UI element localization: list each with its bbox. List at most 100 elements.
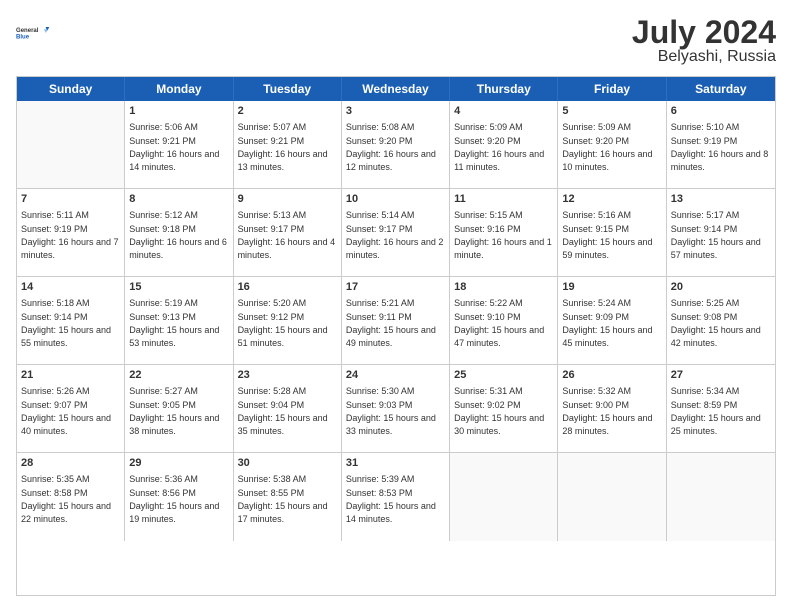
day-number: 29 (129, 456, 228, 471)
day-number: 1 (129, 104, 228, 119)
calendar: Sunday Monday Tuesday Wednesday Thursday… (16, 76, 776, 596)
calendar-cell: 21 Sunrise: 5:26 AMSunset: 9:07 PMDayligh… (17, 365, 125, 453)
calendar-cell: 9 Sunrise: 5:13 AMSunset: 9:17 PMDaylight… (234, 189, 342, 277)
calendar-cell (558, 453, 666, 541)
svg-text:Blue: Blue (16, 34, 30, 40)
day-number: 7 (21, 192, 120, 207)
calendar-cell: 11 Sunrise: 5:15 AMSunset: 9:16 PMDayligh… (450, 189, 558, 277)
day-number: 20 (671, 280, 771, 295)
calendar-cell: 8 Sunrise: 5:12 AMSunset: 9:18 PMDaylight… (125, 189, 233, 277)
day-number: 27 (671, 368, 771, 383)
day-number: 23 (238, 368, 337, 383)
day-number: 13 (671, 192, 771, 207)
calendar-cell: 17 Sunrise: 5:21 AMSunset: 9:11 PMDayligh… (342, 277, 450, 365)
day-number: 3 (346, 104, 445, 119)
calendar-cell: 3 Sunrise: 5:08 AMSunset: 9:20 PMDaylight… (342, 101, 450, 189)
day-info: Sunrise: 5:12 AMSunset: 9:18 PMDaylight:… (129, 210, 227, 260)
calendar-cell: 28Sunrise: 5:35 AMSunset: 8:58 PMDayligh… (17, 453, 125, 541)
day-info: Sunrise: 5:15 AMSunset: 9:16 PMDaylight:… (454, 210, 552, 260)
day-number: 21 (21, 368, 120, 383)
calendar-body: 1 Sunrise: 5:06 AMSunset: 9:21 PMDaylight… (17, 101, 775, 541)
calendar-cell: 19Sunrise: 5:24 AMSunset: 9:09 PMDayligh… (558, 277, 666, 365)
day-info: Sunrise: 5:19 AMSunset: 9:13 PMDaylight:… (129, 298, 219, 348)
calendar-cell: 7Sunrise: 5:11 AMSunset: 9:19 PMDaylight… (17, 189, 125, 277)
day-number: 18 (454, 280, 553, 295)
day-number: 6 (671, 104, 771, 119)
day-info: Sunrise: 5:17 AMSunset: 9:14 PMDaylight:… (671, 210, 761, 260)
day-info: Sunrise: 5:20 AMSunset: 9:12 PMDaylight:… (238, 298, 328, 348)
day-number: 14 (21, 280, 120, 295)
header: General Blue July 2024 Belyashi, Russia (16, 16, 776, 66)
calendar-cell: 13 Sunrise: 5:17 AMSunset: 9:14 PMDayligh… (667, 189, 775, 277)
weekday-sunday: Sunday (17, 77, 125, 101)
weekday-wednesday: Wednesday (342, 77, 450, 101)
day-info: Sunrise: 5:35 AMSunset: 8:58 PMDaylight:… (21, 474, 111, 524)
calendar-cell: 23 Sunrise: 5:28 AMSunset: 9:04 PMDayligh… (234, 365, 342, 453)
day-info: Sunrise: 5:25 AMSunset: 9:08 PMDaylight:… (671, 298, 761, 348)
day-number: 12 (562, 192, 661, 207)
day-info: Sunrise: 5:14 AMSunset: 9:17 PMDaylight:… (346, 210, 444, 260)
day-info: Sunrise: 5:30 AMSunset: 9:03 PMDaylight:… (346, 386, 436, 436)
day-info: Sunrise: 5:09 AMSunset: 9:20 PMDaylight:… (562, 122, 652, 172)
day-number: 31 (346, 456, 445, 471)
day-info: Sunrise: 5:34 AMSunset: 8:59 PMDaylight:… (671, 386, 761, 436)
day-info: Sunrise: 5:28 AMSunset: 9:04 PMDaylight:… (238, 386, 328, 436)
calendar-cell: 6 Sunrise: 5:10 AMSunset: 9:19 PMDaylight… (667, 101, 775, 189)
day-number: 10 (346, 192, 445, 207)
day-info: Sunrise: 5:27 AMSunset: 9:05 PMDaylight:… (129, 386, 219, 436)
calendar-cell: 4Sunrise: 5:09 AMSunset: 9:20 PMDaylight… (450, 101, 558, 189)
day-number: 11 (454, 192, 553, 207)
day-info: Sunrise: 5:13 AMSunset: 9:17 PMDaylight:… (238, 210, 336, 260)
calendar-cell: 31 Sunrise: 5:39 AMSunset: 8:53 PMDayligh… (342, 453, 450, 541)
calendar-cell: 15Sunrise: 5:19 AMSunset: 9:13 PMDayligh… (125, 277, 233, 365)
day-info: Sunrise: 5:38 AMSunset: 8:55 PMDaylight:… (238, 474, 328, 524)
calendar-cell: 18 Sunrise: 5:22 AMSunset: 9:10 PMDayligh… (450, 277, 558, 365)
day-number: 19 (562, 280, 661, 295)
day-info: Sunrise: 5:08 AMSunset: 9:20 PMDaylight:… (346, 122, 436, 172)
calendar-cell: 1 Sunrise: 5:06 AMSunset: 9:21 PMDaylight… (125, 101, 233, 189)
calendar-cell: 27 Sunrise: 5:34 AMSunset: 8:59 PMDayligh… (667, 365, 775, 453)
calendar-cell: 30 Sunrise: 5:38 AMSunset: 8:55 PMDayligh… (234, 453, 342, 541)
day-info: Sunrise: 5:06 AMSunset: 9:21 PMDaylight:… (129, 122, 219, 172)
calendar-header: Sunday Monday Tuesday Wednesday Thursday… (17, 77, 775, 101)
location: Belyashi, Russia (632, 48, 776, 66)
calendar-cell (450, 453, 558, 541)
weekday-monday: Monday (125, 77, 233, 101)
logo: General Blue (16, 16, 50, 50)
day-number: 25 (454, 368, 553, 383)
svg-text:General: General (16, 28, 39, 34)
weekday-friday: Friday (558, 77, 666, 101)
calendar-cell: 12Sunrise: 5:16 AMSunset: 9:15 PMDayligh… (558, 189, 666, 277)
day-number: 24 (346, 368, 445, 383)
calendar-cell: 2 Sunrise: 5:07 AMSunset: 9:21 PMDaylight… (234, 101, 342, 189)
calendar-cell: 16 Sunrise: 5:20 AMSunset: 9:12 PMDayligh… (234, 277, 342, 365)
weekday-tuesday: Tuesday (234, 77, 342, 101)
calendar-cell: 14 Sunrise: 5:18 AMSunset: 9:14 PMDayligh… (17, 277, 125, 365)
day-number: 9 (238, 192, 337, 207)
day-number: 16 (238, 280, 337, 295)
main-container: General Blue July 2024 Belyashi, Russia … (0, 0, 792, 612)
calendar-cell (667, 453, 775, 541)
calendar-cell: 5 Sunrise: 5:09 AMSunset: 9:20 PMDaylight… (558, 101, 666, 189)
title-block: July 2024 Belyashi, Russia (632, 16, 776, 66)
day-number: 8 (129, 192, 228, 207)
day-number: 5 (562, 104, 661, 119)
calendar-cell: 10 Sunrise: 5:14 AMSunset: 9:17 PMDayligh… (342, 189, 450, 277)
month-year: July 2024 (632, 16, 776, 48)
day-info: Sunrise: 5:22 AMSunset: 9:10 PMDaylight:… (454, 298, 544, 348)
day-info: Sunrise: 5:36 AMSunset: 8:56 PMDaylight:… (129, 474, 219, 524)
day-info: Sunrise: 5:39 AMSunset: 8:53 PMDaylight:… (346, 474, 436, 524)
calendar-cell: 24 Sunrise: 5:30 AMSunset: 9:03 PMDayligh… (342, 365, 450, 453)
day-info: Sunrise: 5:07 AMSunset: 9:21 PMDaylight:… (238, 122, 328, 172)
calendar-cell: 25 Sunrise: 5:31 AMSunset: 9:02 PMDayligh… (450, 365, 558, 453)
day-info: Sunrise: 5:31 AMSunset: 9:02 PMDaylight:… (454, 386, 544, 436)
calendar-cell: 22Sunrise: 5:27 AMSunset: 9:05 PMDayligh… (125, 365, 233, 453)
day-number: 17 (346, 280, 445, 295)
day-info: Sunrise: 5:18 AMSunset: 9:14 PMDaylight:… (21, 298, 111, 348)
day-info: Sunrise: 5:26 AMSunset: 9:07 PMDaylight:… (21, 386, 111, 436)
day-info: Sunrise: 5:10 AMSunset: 9:19 PMDaylight:… (671, 122, 769, 172)
day-number: 2 (238, 104, 337, 119)
day-number: 30 (238, 456, 337, 471)
day-number: 26 (562, 368, 661, 383)
day-info: Sunrise: 5:21 AMSunset: 9:11 PMDaylight:… (346, 298, 436, 348)
